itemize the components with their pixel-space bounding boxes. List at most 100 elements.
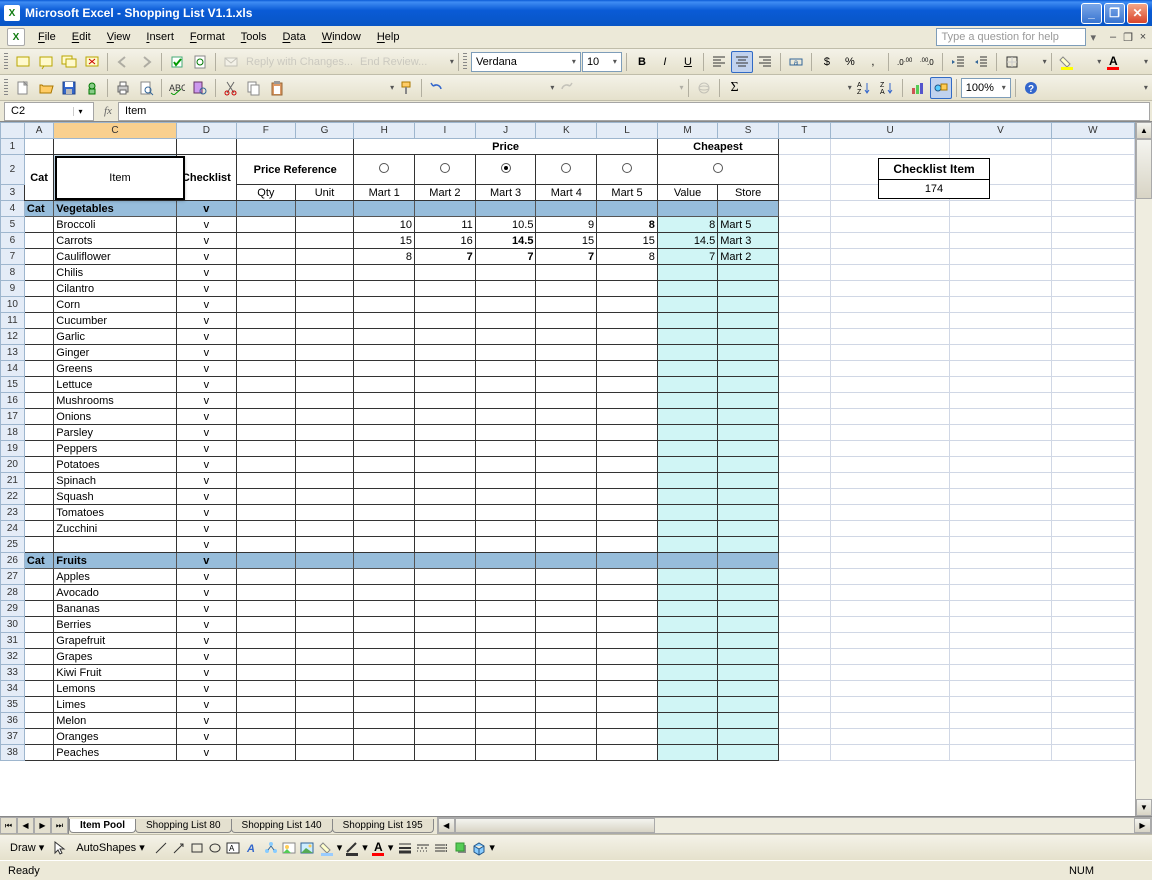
decrease-decimal-icon[interactable]: .00.0 — [916, 51, 938, 73]
arrow-icon[interactable] — [171, 840, 187, 856]
textbox-icon[interactable]: A — [225, 840, 241, 856]
sheet-tab-shopping-list-195[interactable]: Shopping List 195 — [332, 819, 434, 833]
diagram-icon[interactable] — [263, 840, 279, 856]
merge-center-icon[interactable]: a — [785, 51, 807, 73]
line-style-icon[interactable] — [397, 840, 413, 856]
line-icon[interactable] — [153, 840, 169, 856]
align-left-icon[interactable] — [708, 51, 730, 73]
undo-icon[interactable] — [426, 77, 448, 99]
cut-icon[interactable] — [220, 77, 242, 99]
scroll-up-icon[interactable]: ▲ — [1136, 122, 1152, 139]
clipart-icon[interactable] — [281, 840, 297, 856]
chart-wizard-icon[interactable] — [907, 77, 929, 99]
menu-window[interactable]: Window — [314, 29, 369, 45]
underline-button[interactable]: U — [677, 51, 699, 73]
toolbar-grip[interactable] — [4, 53, 8, 71]
menu-data[interactable]: Data — [274, 29, 313, 45]
menu-file[interactable]: File — [30, 29, 64, 45]
currency-icon[interactable]: $ — [816, 51, 838, 73]
sort-asc-icon[interactable]: AZ — [853, 77, 875, 99]
decrease-indent-icon[interactable] — [947, 51, 969, 73]
hscroll-thumb[interactable] — [455, 818, 655, 833]
print-preview-icon[interactable] — [135, 77, 157, 99]
drawing-toolbar-icon[interactable] — [930, 77, 952, 99]
sort-desc-icon[interactable]: ZA — [876, 77, 898, 99]
name-box[interactable]: C2▾ — [4, 102, 94, 121]
fill-color-draw-icon[interactable] — [319, 840, 335, 856]
scroll-right-icon[interactable]: ▶ — [1134, 818, 1151, 833]
menu-insert[interactable]: Insert — [138, 29, 182, 45]
open-icon[interactable] — [35, 77, 57, 99]
delete-comment-icon[interactable] — [81, 51, 103, 73]
minimize-button[interactable]: _ — [1081, 3, 1102, 24]
spelling-icon[interactable]: ABC — [166, 77, 188, 99]
menu-format[interactable]: Format — [182, 29, 233, 45]
last-sheet-icon[interactable]: ⏭ — [51, 817, 68, 834]
sheet-tab-item-pool[interactable]: Item Pool — [69, 819, 136, 833]
paste-icon[interactable] — [266, 77, 288, 99]
workbook-minimize-button[interactable]: – — [1106, 30, 1120, 44]
zoom-selector[interactable]: 100%▾ — [961, 78, 1011, 98]
print-icon[interactable] — [112, 77, 134, 99]
toolbar-grip[interactable] — [463, 53, 467, 71]
next-sheet-icon[interactable]: ▶ — [34, 817, 51, 834]
align-center-icon[interactable] — [731, 51, 753, 73]
new-comment-icon[interactable] — [12, 51, 34, 73]
document-icon[interactable]: X — [7, 28, 25, 46]
worksheet-grid[interactable]: ACDFGHIJKLMSTUVW1PriceCheapest2CatItemCh… — [0, 122, 1135, 816]
permission-icon[interactable] — [81, 77, 103, 99]
increase-indent-icon[interactable] — [970, 51, 992, 73]
autoshapes-menu[interactable]: AutoShapes ▾ — [72, 841, 149, 854]
sheet-tab-shopping-list-140[interactable]: Shopping List 140 — [231, 819, 333, 833]
horizontal-scrollbar[interactable]: ◀ ▶ — [437, 817, 1152, 834]
menu-help[interactable]: Help — [369, 29, 408, 45]
bold-button[interactable]: B — [631, 51, 653, 73]
wordart-icon[interactable]: A — [245, 840, 261, 856]
dash-style-icon[interactable] — [415, 840, 431, 856]
align-right-icon[interactable] — [754, 51, 776, 73]
close-button[interactable]: ✕ — [1127, 3, 1148, 24]
new-icon[interactable] — [12, 77, 34, 99]
italic-button[interactable]: I — [654, 51, 676, 73]
create-task-icon[interactable] — [166, 51, 188, 73]
shadow-icon[interactable] — [453, 840, 469, 856]
font-size-selector[interactable]: 10▾ — [582, 52, 622, 72]
select-objects-icon[interactable] — [52, 840, 68, 856]
fill-color-icon[interactable] — [1056, 51, 1078, 73]
font-selector[interactable]: Verdana▾ — [471, 52, 581, 72]
maximize-button[interactable]: ❐ — [1104, 3, 1125, 24]
picture-icon[interactable] — [299, 840, 315, 856]
help-question-box[interactable]: Type a question for help — [936, 28, 1086, 46]
comma-icon[interactable]: , — [862, 51, 884, 73]
workbook-close-button[interactable]: × — [1136, 30, 1150, 44]
workbook-restore-button[interactable]: ❐ — [1121, 30, 1135, 44]
fx-icon[interactable]: fx — [98, 105, 118, 117]
update-file-icon[interactable] — [189, 51, 211, 73]
borders-icon[interactable] — [1001, 51, 1023, 73]
toolbar-grip[interactable] — [4, 79, 8, 97]
rectangle-icon[interactable] — [189, 840, 205, 856]
autosum-icon[interactable]: Σ — [724, 77, 746, 99]
save-icon[interactable] — [58, 77, 80, 99]
vertical-scrollbar[interactable]: ▲ ▼ — [1135, 122, 1152, 816]
menu-view[interactable]: View — [99, 29, 139, 45]
3d-icon[interactable] — [471, 840, 487, 856]
menu-edit[interactable]: Edit — [64, 29, 99, 45]
help-icon[interactable]: ? — [1020, 77, 1042, 99]
format-painter-icon[interactable] — [395, 77, 417, 99]
prev-sheet-icon[interactable]: ◀ — [17, 817, 34, 834]
line-color-icon[interactable] — [344, 840, 360, 856]
font-color-icon[interactable]: A — [1102, 51, 1124, 73]
increase-decimal-icon[interactable]: .0.00 — [893, 51, 915, 73]
help-dropdown-icon[interactable]: ▾ — [1086, 31, 1100, 44]
scroll-down-icon[interactable]: ▼ — [1136, 799, 1152, 816]
arrow-style-icon[interactable] — [433, 840, 449, 856]
copy-icon[interactable] — [243, 77, 265, 99]
oval-icon[interactable] — [207, 840, 223, 856]
sheet-tab-shopping-list-80[interactable]: Shopping List 80 — [135, 819, 232, 833]
show-all-comments-icon[interactable] — [58, 51, 80, 73]
show-comment-icon[interactable] — [35, 51, 57, 73]
formula-input[interactable]: Item — [118, 102, 1150, 121]
scroll-left-icon[interactable]: ◀ — [438, 818, 455, 833]
scroll-thumb[interactable] — [1136, 139, 1152, 199]
